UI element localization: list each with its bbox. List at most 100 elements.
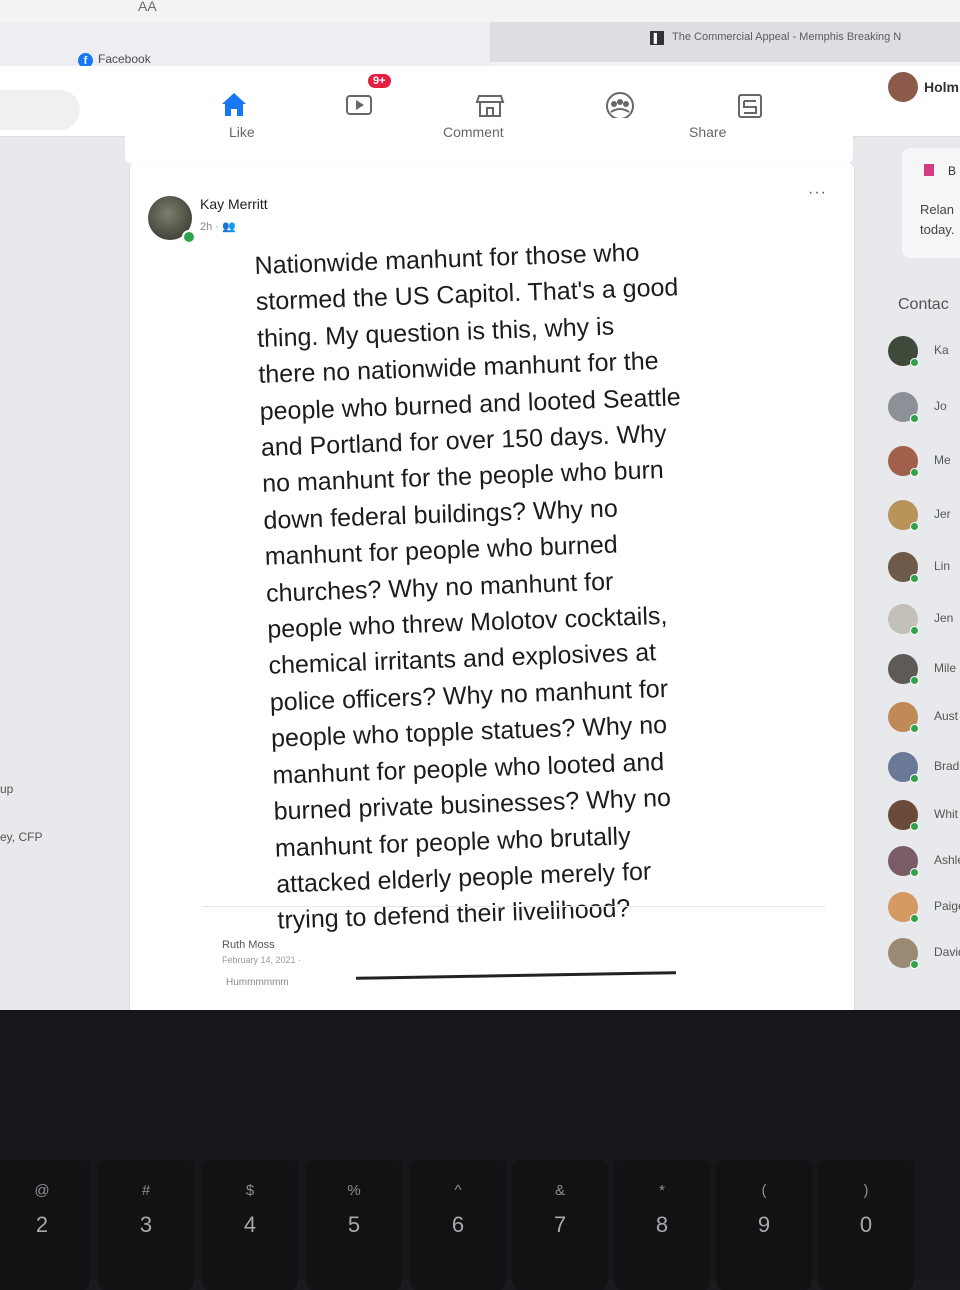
keyboard-key-9[interactable]: (9 xyxy=(716,1160,812,1290)
contact-name: Lin xyxy=(934,559,951,573)
contact-name: Aust xyxy=(934,709,959,723)
previous-post-action-bar: Like Comment Share xyxy=(125,118,853,164)
key-number: 7 xyxy=(553,1212,567,1237)
birthday-text: today. xyxy=(920,222,955,237)
post-timestamp[interactable]: 2h · 👥 xyxy=(200,220,236,233)
contact-item[interactable]: Whit xyxy=(888,800,960,834)
text-size-button[interactable]: AA xyxy=(138,0,157,14)
contact-item[interactable]: Mile xyxy=(888,654,960,688)
like-button[interactable]: Like xyxy=(229,124,255,140)
key-number: 5 xyxy=(347,1212,361,1237)
key-number: 0 xyxy=(859,1212,873,1237)
contact-name: Jen xyxy=(934,611,954,625)
commercial-appeal-favicon-icon: ▌ xyxy=(650,31,664,45)
contact-item[interactable]: Jer xyxy=(888,500,960,534)
comment-button[interactable]: Comment xyxy=(443,124,504,140)
keyboard-key-5[interactable]: % 5 xyxy=(306,1160,402,1290)
contact-item[interactable]: Aust xyxy=(888,702,960,736)
keyboard-key-8[interactable]: * 8 xyxy=(614,1160,710,1290)
keyboard-key-0[interactable]: ) 0 xyxy=(818,1160,914,1290)
embedded-comment: Ruth Moss February 14, 2021 · Hummmmmm xyxy=(202,906,826,1010)
laptop-screen: AA f Facebook ▌ The Commercial Appeal - … xyxy=(0,0,960,1010)
search-input[interactable] xyxy=(0,90,80,130)
contact-name: Jo xyxy=(934,399,947,413)
key-symbol: & xyxy=(554,1182,565,1199)
friends-audience-icon: 👥 xyxy=(222,221,236,233)
key-number: 9 xyxy=(757,1212,771,1237)
online-status-dot xyxy=(910,358,919,367)
online-status-dot xyxy=(910,774,919,783)
key-number: 4 xyxy=(243,1212,257,1237)
key-symbol: ) xyxy=(863,1182,869,1199)
keyboard-key-4[interactable]: $4 xyxy=(202,1160,298,1290)
comment-author[interactable]: Ruth Moss xyxy=(222,939,275,951)
keyboard-key-7[interactable]: & 7 xyxy=(512,1160,608,1290)
profile-name[interactable]: Holm xyxy=(924,79,959,95)
key-symbol: * xyxy=(659,1182,665,1199)
online-status-dot xyxy=(910,468,919,477)
key-number: 2 xyxy=(35,1212,49,1237)
online-status-dot xyxy=(910,822,919,831)
notification-badge: 9+ xyxy=(368,74,391,88)
contact-item[interactable]: Ka xyxy=(888,336,960,370)
contact-name: Paige xyxy=(934,899,960,913)
online-status-dot xyxy=(910,676,919,685)
online-status-dot xyxy=(910,626,919,635)
key-number: 6 xyxy=(451,1212,465,1237)
keyboard-key-6[interactable]: ^ 6 xyxy=(410,1160,506,1290)
tab-commercial-appeal-label: The Commercial Appeal - Memphis Breaking… xyxy=(672,31,902,43)
key-symbol: ^ xyxy=(454,1182,462,1199)
feed-post: Kay Merritt 2h · 👥 ··· Nationwide manhun… xyxy=(130,162,854,1010)
keyboard-key-2[interactable]: @2 xyxy=(0,1160,90,1290)
contact-name: Brad xyxy=(934,759,960,773)
contact-item[interactable]: Jo xyxy=(888,392,960,426)
birthday-card[interactable]: B Relan today. xyxy=(902,148,960,258)
online-status-dot xyxy=(182,230,196,244)
contact-item[interactable]: David xyxy=(888,938,960,972)
laptop-keyboard: @2 #3 $4 % 5 ^ 6 & 7 * 8 (9 ) 0 xyxy=(0,1010,960,1290)
online-status-dot xyxy=(910,522,919,531)
tab-facebook-label: Facebook xyxy=(98,52,151,66)
key-number: 8 xyxy=(655,1212,669,1237)
birthday-heading: B xyxy=(948,164,957,178)
left-sidebar-fragment[interactable]: up xyxy=(0,782,13,796)
key-number: 3 xyxy=(139,1212,153,1237)
gift-icon xyxy=(924,164,934,176)
browser-tab-commercial-appeal[interactable]: ▌ The Commercial Appeal - Memphis Breaki… xyxy=(490,22,960,62)
post-author[interactable]: Kay Merritt xyxy=(200,196,268,212)
contact-name: Ashle xyxy=(934,853,960,867)
key-symbol: @ xyxy=(34,1182,50,1199)
online-status-dot xyxy=(910,914,919,923)
contact-name: Jer xyxy=(934,507,951,521)
key-symbol: ( xyxy=(761,1182,767,1199)
contact-name: David xyxy=(934,945,960,959)
contact-name: Whit xyxy=(934,807,958,821)
share-button[interactable]: Share xyxy=(689,124,726,140)
contact-item[interactable]: Lin xyxy=(888,552,960,586)
comment-date[interactable]: February 14, 2021 · xyxy=(222,955,301,965)
comment-text: Hummmmmm xyxy=(226,977,289,988)
contact-item[interactable]: Brad xyxy=(888,752,960,786)
online-status-dot xyxy=(910,960,919,969)
contact-item[interactable]: Me xyxy=(888,446,960,480)
contact-name: Ka xyxy=(934,343,949,357)
online-status-dot xyxy=(910,724,919,733)
contact-item[interactable]: Jen xyxy=(888,604,960,638)
more-options-button[interactable]: ··· xyxy=(808,184,827,202)
contact-name: Me xyxy=(934,453,951,467)
key-symbol: % xyxy=(347,1182,361,1199)
keyboard-key-3[interactable]: #3 xyxy=(98,1160,194,1290)
online-status-dot xyxy=(910,414,919,423)
key-symbol: # xyxy=(141,1182,151,1199)
post-time: 2h · xyxy=(200,221,219,233)
post-body: Nationwide manhunt for those who stormed… xyxy=(254,231,778,940)
birthday-text: Relan xyxy=(920,202,954,217)
contact-item[interactable]: Paige xyxy=(888,892,960,926)
contacts-heading: Contac xyxy=(898,296,949,313)
key-symbol: $ xyxy=(245,1182,255,1199)
left-sidebar-fragment[interactable]: ey, CFP xyxy=(0,830,42,844)
online-status-dot xyxy=(910,574,919,583)
contact-item[interactable]: Ashle xyxy=(888,846,960,880)
avatar[interactable] xyxy=(888,72,918,102)
contact-name: Mile xyxy=(934,661,957,675)
